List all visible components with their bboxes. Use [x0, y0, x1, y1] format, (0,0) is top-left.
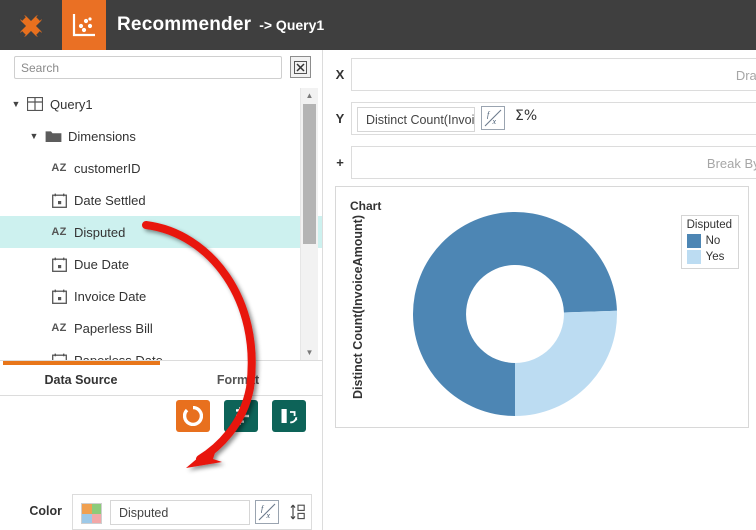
svg-text:x: x	[492, 117, 497, 126]
tree-node-due-date[interactable]: Due Date	[0, 248, 322, 280]
sort-bars-icon[interactable]	[224, 400, 258, 432]
scatter-chart-icon[interactable]	[62, 0, 106, 50]
x-placeholder: Drag	[735, 68, 756, 83]
breadcrumb-query: -> Query1	[259, 17, 325, 33]
axis-label-plus[interactable]: +	[331, 142, 349, 183]
tree-node-label: Dimensions	[68, 128, 136, 144]
calendar-icon	[48, 257, 70, 272]
field-tree: ▼ Query1 ▼ Dimensions AZ customerID Date…	[0, 88, 322, 360]
legend-label: Yes	[705, 250, 725, 263]
tab-format[interactable]: Format	[178, 365, 298, 395]
az-icon: AZ	[51, 162, 67, 174]
tree-node-dimensions[interactable]: ▼ Dimensions	[0, 120, 322, 152]
svg-text:f: f	[487, 110, 491, 119]
axis-row-breakby: + Break By(	[323, 142, 756, 183]
tree-node-date-settled[interactable]: Date Settled	[0, 184, 322, 216]
color-field-value[interactable]: Disputed	[110, 500, 250, 525]
legend-title: Disputed	[686, 219, 732, 231]
tree-node-label: Invoice Date	[74, 288, 147, 304]
swap-axis-icon[interactable]	[272, 400, 306, 432]
tree-node-paperless-date[interactable]: Paperless Date	[0, 344, 322, 360]
breakby-placeholder: Break By(	[706, 156, 756, 171]
sort-az-icon[interactable]	[287, 501, 309, 523]
chart-type-toolbar	[0, 396, 322, 438]
legend-item[interactable]: Yes	[686, 249, 732, 264]
breakby-dropzone[interactable]: Break By(	[351, 146, 756, 179]
app-header: Recommender -> Query1	[0, 0, 756, 50]
tree-node-query1[interactable]: ▼ Query1	[0, 88, 308, 120]
az-icon: AZ	[51, 226, 67, 238]
tree-node-label: Query1	[50, 96, 93, 112]
tab-data-source[interactable]: Data Source	[20, 365, 142, 395]
application-window: Recommender -> Query1 Search ▼ Query1 ▼ …	[0, 0, 756, 530]
page-title: Recommender -> Query1	[117, 0, 324, 50]
tree-node-label: Date Settled	[74, 192, 146, 208]
tree-node-label: Disputed	[74, 224, 126, 240]
svg-text:f: f	[261, 504, 265, 513]
formula-fx-icon[interactable]: f x	[481, 106, 505, 130]
legend-swatch-yes	[686, 249, 701, 264]
tree-node-label: Due Date	[74, 256, 129, 272]
chart-y-axis-title-text: Distinct Count(InvoiceAmount)	[351, 214, 366, 400]
tree-node-paperless-bill[interactable]: AZ Paperless Bill	[0, 312, 322, 344]
axis-row-x: X Drag	[323, 54, 756, 95]
sigma-percent-icon[interactable]: Σ%	[515, 108, 537, 124]
search-row: Search	[0, 50, 322, 80]
panel-tabs: Data Source Format	[0, 365, 322, 396]
axis-label-x: X	[335, 67, 345, 82]
search-input[interactable]: Search	[14, 56, 282, 79]
tree-scrollbar[interactable]: ▲ ▼	[300, 88, 318, 360]
tree-node-label: Paperless Bill	[74, 320, 153, 336]
scroll-up-arrow-icon[interactable]: ▲	[301, 88, 318, 103]
axis-row-y: Y Distinct Count(Invoic... f x Σ%	[323, 98, 756, 139]
x-close-icon[interactable]	[290, 56, 311, 78]
x-dropzone[interactable]: Drag	[351, 58, 756, 91]
tree-node-customerid[interactable]: AZ customerID	[0, 152, 322, 184]
calendar-icon	[48, 353, 70, 360]
chart-legend: Disputed No Yes	[680, 215, 739, 269]
legend-label: No	[705, 234, 721, 247]
tree-node-invoice-date[interactable]: Invoice Date	[0, 280, 322, 312]
y-field-value[interactable]: Distinct Count(Invoic...	[357, 107, 475, 132]
donut-icon[interactable]	[176, 400, 210, 432]
chevron-down-icon[interactable]: ▼	[26, 131, 42, 141]
tree-node-label: Paperless Date	[74, 352, 163, 361]
scrollbar-thumb[interactable]	[303, 104, 316, 244]
legend-item[interactable]: No	[686, 233, 732, 248]
calendar-icon	[48, 193, 70, 208]
legend-swatch-no	[686, 233, 701, 248]
chart-y-axis-title: Distinct Count(InvoiceAmount)	[348, 187, 368, 427]
left-panel: Search ▼ Query1 ▼ Dimensions AZ customer…	[0, 50, 322, 530]
shelf-label-color: Color	[29, 504, 62, 518]
donut-slice[interactable]	[515, 310, 617, 416]
axis-label-y: Y	[335, 111, 345, 126]
tree-node-disputed[interactable]: AZ Disputed	[0, 216, 322, 248]
calendar-icon	[48, 289, 70, 304]
az-icon: AZ	[51, 322, 67, 334]
folder-icon	[42, 129, 64, 143]
svg-text:x: x	[266, 511, 271, 520]
right-panel: X Drag Y Distinct Count(Invoic... f x Σ%…	[322, 50, 756, 530]
donut-chart	[410, 209, 620, 419]
table-icon	[24, 97, 46, 111]
color-palette-icon	[81, 503, 102, 524]
shelf-color: Color Disputed f x	[0, 488, 322, 530]
app-title-text: Recommender	[117, 14, 252, 35]
crossed-ribbon-logo-icon[interactable]	[14, 9, 48, 43]
tree-node-label: customerID	[74, 160, 141, 176]
scroll-down-arrow-icon[interactable]: ▼	[301, 345, 318, 360]
chart-card: Chart Distinct Count(InvoiceAmount) Disp…	[335, 186, 749, 428]
chevron-down-icon[interactable]: ▼	[8, 99, 24, 109]
formula-fx-icon[interactable]: f x	[255, 500, 279, 524]
color-dropzone[interactable]: Disputed f x	[72, 494, 312, 530]
